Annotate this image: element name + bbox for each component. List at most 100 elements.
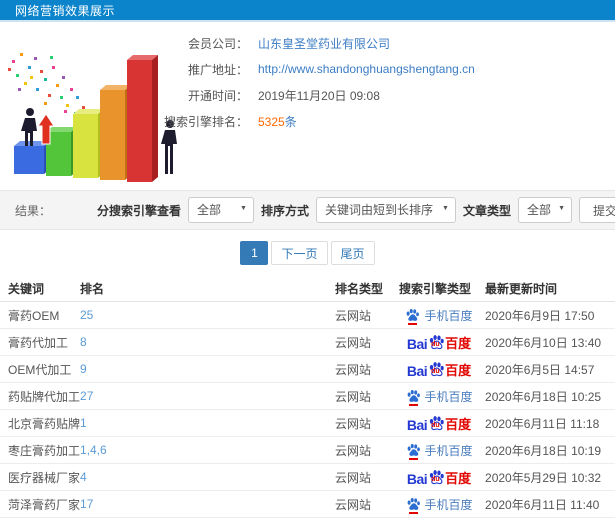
company-link[interactable]: 山东皇圣堂药业有限公司 bbox=[258, 35, 390, 52]
rank-link[interactable]: 1 bbox=[80, 416, 87, 430]
engine-filter-label: 分搜索引擎查看 bbox=[96, 203, 181, 218]
engine-label: 手机百度 bbox=[424, 443, 473, 458]
baidu-logo-du: du bbox=[431, 340, 440, 348]
sort-select[interactable]: 关键词由短到长排序 bbox=[315, 197, 456, 223]
engine-select-wrap: 全部 bbox=[187, 197, 254, 223]
table-row: 菏泽膏药厂家 17 云网站 手机百度 2020年6月11日 11:40 bbox=[0, 491, 615, 518]
rank-cell: 1 bbox=[80, 416, 335, 430]
rank-cell: 8 bbox=[80, 335, 335, 349]
keyword-cell: 膏药OEM bbox=[8, 308, 60, 323]
rank-type-cell: 云网站 bbox=[335, 389, 372, 404]
keyword-cell: 医疗器械厂家 bbox=[8, 470, 81, 485]
next-page-button[interactable]: 下一页 bbox=[271, 241, 328, 265]
update-time-cell: 2020年5月29日 10:32 bbox=[485, 470, 602, 485]
update-time-cell: 2020年6月10日 13:40 bbox=[485, 335, 602, 350]
baidu-paw-icon bbox=[405, 308, 420, 325]
baidu-paw-icon bbox=[406, 389, 421, 406]
table-row: OEM代加工 9 云网站 Bai du 百度 2020年6月5日 14:57 bbox=[0, 356, 615, 383]
page-button-current[interactable]: 1 bbox=[240, 241, 269, 265]
paw-underline bbox=[408, 457, 418, 460]
keyword-cell: 枣庄膏药加工 bbox=[8, 443, 81, 458]
engine-cell: 手机百度 bbox=[395, 442, 483, 460]
promo-url-label: 推广地址： bbox=[187, 62, 248, 77]
rank-link[interactable]: 8 bbox=[80, 335, 87, 349]
engine-select[interactable]: 全部 bbox=[187, 197, 254, 223]
promo-url-link[interactable]: http://www.shandonghuangshengtang.cn bbox=[258, 62, 475, 76]
rank-link[interactable]: 1,4,6 bbox=[80, 443, 107, 457]
keyword-cell: OEM代加工 bbox=[8, 362, 72, 377]
page-title: 网络营销效果展示 bbox=[15, 3, 116, 18]
rank-cell: 27 bbox=[80, 389, 335, 403]
baidu-logo-cn: 百度 bbox=[445, 335, 472, 351]
info-row-url: 推广地址： http://www.shandonghuangshengtang.… bbox=[156, 56, 475, 82]
engine-cell: Bai du 百度 bbox=[395, 361, 483, 378]
header-rank: 排名 bbox=[80, 282, 105, 296]
sort-select-wrap: 关键词由短到长排序 bbox=[315, 197, 456, 223]
rank-link[interactable]: 9 bbox=[80, 362, 87, 376]
mobile-baidu-badge[interactable]: 手机百度 bbox=[405, 307, 473, 325]
table-header-row: 关键词 排名 排名类型 搜索引擎类型 最新更新时间 bbox=[0, 276, 615, 302]
table-row: 枣庄膏药加工 1,4,6 云网站 手机百度 2020年6月18日 10:19 bbox=[0, 437, 615, 464]
rank-type-cell: 云网站 bbox=[335, 470, 372, 485]
rank-type-cell: 云网站 bbox=[335, 335, 372, 350]
table-row: 药贴牌代加工 27 云网站 手机百度 2020年6月18日 10:25 bbox=[0, 383, 615, 410]
baidu-logo-paw-icon: du bbox=[428, 334, 445, 351]
baidu-logo-paw-icon: du bbox=[428, 469, 445, 486]
rank-cell: 9 bbox=[80, 362, 335, 376]
update-time-cell: 2020年6月18日 10:25 bbox=[485, 389, 602, 404]
ranking-count-number: 5325 bbox=[258, 114, 285, 129]
mobile-baidu-badge[interactable]: 手机百度 bbox=[406, 496, 473, 514]
article-select-wrap: 全部 bbox=[518, 197, 572, 223]
baidu-logo-paw-icon: du bbox=[428, 361, 445, 378]
baidu-logo-badge[interactable]: Bai du 百度 bbox=[407, 334, 471, 351]
rank-type-cell: 云网站 bbox=[335, 416, 372, 431]
engine-cell: 手机百度 bbox=[395, 388, 483, 406]
update-time-cell: 2020年6月11日 11:18 bbox=[485, 416, 600, 431]
baidu-paw-icon bbox=[406, 443, 421, 460]
open-time-value: 2019年11月20日 09:08 bbox=[258, 88, 380, 103]
company-info-section: 会员公司： 山东皇圣堂药业有限公司 推广地址： http://www.shand… bbox=[0, 22, 615, 190]
table-row: 北京膏药贴牌 1 云网站 Bai du 百度 2020年6月11日 11:18 bbox=[0, 410, 615, 437]
baidu-logo-badge[interactable]: Bai du 百度 bbox=[407, 415, 471, 432]
rank-type-cell: 云网站 bbox=[335, 308, 372, 323]
rank-link[interactable]: 4 bbox=[80, 470, 87, 484]
update-time-cell: 2020年6月5日 14:57 bbox=[485, 362, 595, 377]
baidu-logo-badge[interactable]: Bai du 百度 bbox=[407, 469, 471, 486]
ranking-count-value[interactable]: 5325条 bbox=[258, 113, 297, 130]
baidu-paw-icon bbox=[406, 497, 421, 514]
engine-cell: Bai du 百度 bbox=[395, 469, 483, 486]
sort-filter-label: 排序方式 bbox=[260, 203, 309, 218]
article-type-select[interactable]: 全部 bbox=[518, 197, 572, 223]
keyword-cell: 膏药代加工 bbox=[8, 335, 69, 350]
rank-link[interactable]: 27 bbox=[80, 389, 93, 403]
last-page-button[interactable]: 尾页 bbox=[330, 241, 375, 265]
keyword-cell: 药贴牌代加工 bbox=[8, 389, 81, 404]
mobile-baidu-badge[interactable]: 手机百度 bbox=[406, 442, 473, 460]
baidu-logo-badge[interactable]: Bai du 百度 bbox=[407, 361, 471, 378]
businessman-left bbox=[21, 108, 37, 146]
header-keyword: 关键词 bbox=[8, 282, 45, 296]
result-label: 结果： bbox=[15, 203, 52, 218]
info-row-company: 会员公司： 山东皇圣堂药业有限公司 bbox=[156, 30, 475, 56]
ranking-count-label: 搜索引擎排名： bbox=[163, 114, 248, 129]
paw-underline bbox=[408, 403, 418, 406]
table-row: 医疗器械厂家 4 云网站 Bai du 百度 2020年5月29日 10:32 bbox=[0, 464, 615, 491]
baidu-logo-du: du bbox=[431, 475, 440, 483]
mobile-baidu-badge[interactable]: 手机百度 bbox=[406, 388, 473, 406]
rank-link[interactable]: 17 bbox=[80, 497, 93, 511]
submit-button[interactable]: 提交 bbox=[579, 197, 615, 223]
engine-cell: 手机百度 bbox=[395, 307, 483, 325]
engine-cell: Bai du 百度 bbox=[395, 334, 483, 351]
rank-link[interactable]: 25 bbox=[80, 308, 93, 322]
3d-bars bbox=[14, 55, 158, 182]
baidu-logo-cn: 百度 bbox=[445, 416, 472, 432]
baidu-logo-bai: Bai bbox=[406, 362, 428, 379]
results-table: 关键词 排名 排名类型 搜索引擎类型 最新更新时间 膏药OEM 25 云网站 手… bbox=[0, 276, 615, 518]
ranking-count-unit: 条 bbox=[284, 114, 297, 129]
baidu-logo-cn: 百度 bbox=[445, 470, 472, 486]
baidu-logo-du: du bbox=[431, 367, 440, 375]
header-rank-type: 排名类型 bbox=[335, 282, 384, 296]
rank-cell: 25 bbox=[80, 308, 335, 322]
engine-label: 手机百度 bbox=[424, 308, 473, 323]
baidu-logo-bai: Bai bbox=[406, 335, 428, 352]
